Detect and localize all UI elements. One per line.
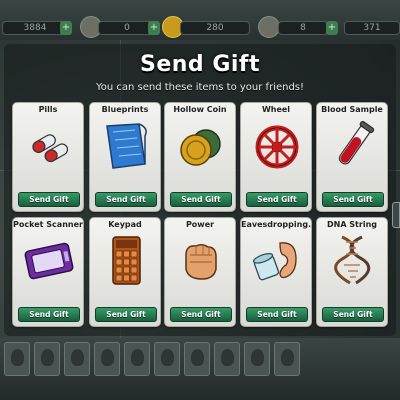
gift-card-blood-sample: Blood Sample Send Gift — [316, 102, 388, 212]
eavesdropping-icon — [252, 242, 297, 281]
friend-slot[interactable] — [244, 342, 270, 376]
blood-sample-icon — [338, 120, 375, 165]
gift-name: Power — [185, 220, 215, 229]
gift-card-power: Power Send Gift — [164, 217, 236, 327]
friend-slot[interactable] — [94, 342, 120, 376]
blueprints-icon — [106, 123, 147, 169]
add-coins-button[interactable]: + — [60, 21, 72, 35]
gift-name: Hollow Coin — [173, 105, 227, 114]
send-gift-button[interactable]: Send Gift — [95, 192, 157, 207]
gift-card-keypad: Keypad Send Gift — [89, 217, 161, 327]
send-gift-button[interactable]: Send Gift — [322, 307, 384, 322]
gift-name: Eavesdropping... — [241, 220, 311, 229]
gift-name: Wheel — [261, 105, 291, 114]
gift-card-dna-string: DNA String Send Gift — [316, 217, 388, 327]
friend-slot[interactable] — [64, 342, 90, 376]
coins-counter: 3884 — [2, 21, 68, 35]
gift-name: Blueprints — [101, 105, 149, 114]
gift-card-hollow-coin: Hollow Coin Send Gift — [164, 102, 236, 212]
dna-string-icon — [334, 235, 371, 285]
send-gift-button[interactable]: Send Gift — [18, 307, 80, 322]
friend-slot[interactable] — [124, 342, 150, 376]
gift-name: Pills — [38, 105, 58, 114]
send-gift-button[interactable]: Send Gift — [95, 307, 157, 322]
friend-slot[interactable] — [214, 342, 240, 376]
dialog-subtitle: You can send these items to your friends… — [95, 82, 305, 93]
send-gift-button[interactable]: Send Gift — [246, 192, 308, 207]
gift-name: Keypad — [108, 220, 142, 229]
gift-name: Pocket Scanner — [13, 220, 83, 229]
add-mood-button[interactable]: + — [326, 21, 338, 35]
next-page-arrow[interactable] — [392, 202, 400, 228]
gift-card-pills: Pills Send Gift — [12, 102, 84, 212]
gift-card-blueprints: Blueprints Send Gift — [89, 102, 161, 212]
friend-slot[interactable] — [4, 342, 30, 376]
friend-slot[interactable] — [34, 342, 60, 376]
add-xp-button[interactable]: + — [148, 21, 160, 35]
friend-slot[interactable] — [274, 342, 300, 376]
send-gift-button[interactable]: Send Gift — [18, 192, 80, 207]
hollow-coin-icon — [180, 129, 221, 166]
pills-icon — [32, 134, 69, 163]
energy-counter: 280 — [180, 21, 250, 35]
top-hud: 3884 + 0 + 280 8 + 371 — [0, 0, 400, 40]
keypad-icon — [112, 236, 141, 285]
mood-icon — [258, 16, 280, 38]
send-gift-button[interactable]: Send Gift — [170, 307, 232, 322]
wheel-icon — [255, 125, 299, 169]
mood-counter: 8 — [278, 21, 328, 35]
cash-counter: 371 — [344, 21, 400, 35]
friend-slot[interactable] — [184, 342, 210, 376]
gift-name: DNA String — [326, 220, 377, 229]
send-gift-button[interactable]: Send Gift — [246, 307, 308, 322]
friend-slot[interactable] — [154, 342, 180, 376]
gift-card-pocket-scanner: Pocket Scanner Send Gift — [12, 217, 84, 327]
pocket-scanner-icon — [24, 242, 74, 280]
power-fist-icon — [185, 243, 217, 280]
dialog-title: Send Gift — [139, 52, 261, 77]
gift-card-wheel: Wheel Send Gift — [240, 102, 312, 212]
gift-name: Blood Sample — [321, 105, 383, 114]
send-gift-button[interactable]: Send Gift — [170, 192, 232, 207]
send-gift-button[interactable]: Send Gift — [322, 192, 384, 207]
gift-card-eavesdropping: Eavesdropping... Send Gift — [240, 217, 312, 327]
